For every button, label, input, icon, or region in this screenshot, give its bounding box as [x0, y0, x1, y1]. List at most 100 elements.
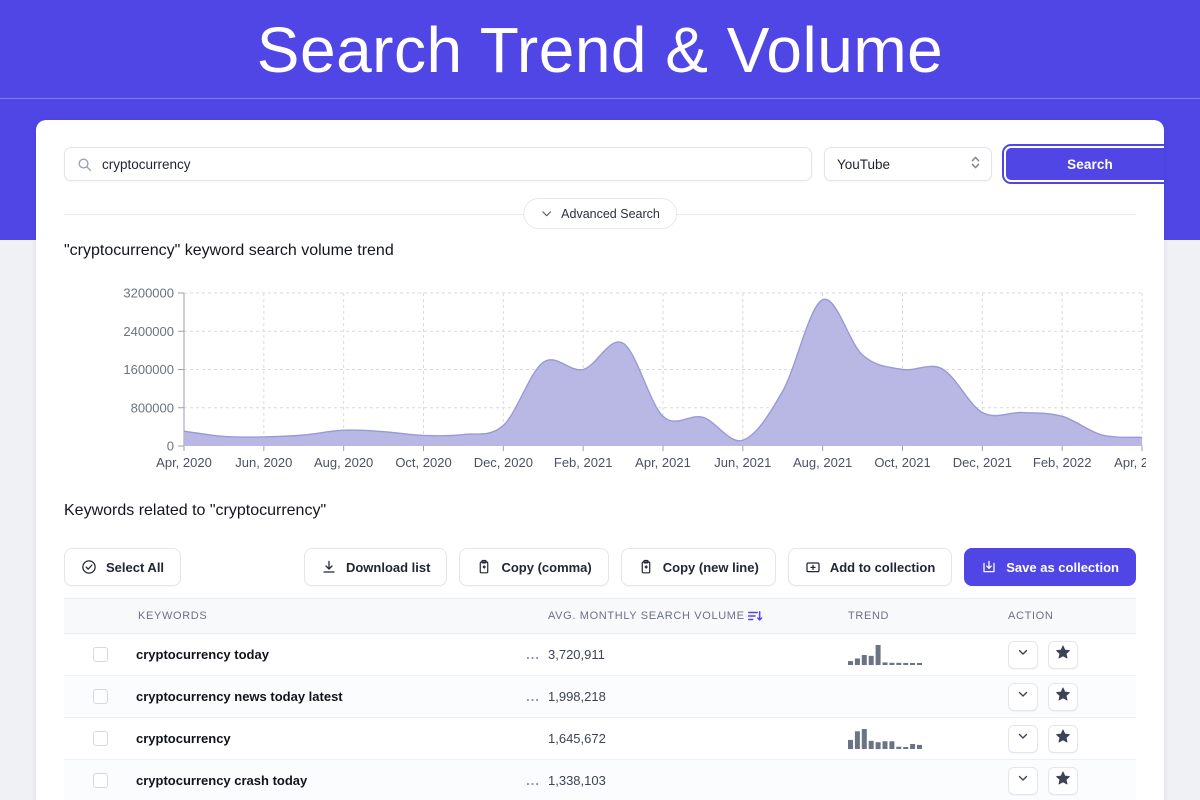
select-all-button[interactable]: Select All [64, 548, 182, 586]
related-keywords-title: Keywords related to "cryptocurrency" [64, 502, 327, 519]
download-icon [321, 559, 337, 575]
keyword-text: cryptocurrency crash today [136, 773, 308, 788]
keyword-cell[interactable]: cryptocurrency crash today... [136, 773, 548, 788]
trend-column-header: TREND [848, 610, 890, 622]
svg-text:Apr, 2022: Apr, 2022 [1114, 455, 1146, 470]
copy-comma-button[interactable]: Copy (comma) [459, 548, 609, 586]
keyword-text: cryptocurrency [136, 731, 231, 746]
svg-text:Apr, 2021: Apr, 2021 [635, 455, 691, 470]
save-as-collection-button[interactable]: Save as collection [964, 548, 1136, 586]
keyword-ellipsis: ... [526, 647, 540, 662]
expand-row-button[interactable] [1008, 640, 1038, 669]
svg-text:Jun, 2021: Jun, 2021 [714, 455, 771, 470]
download-list-button[interactable]: Download list [303, 548, 448, 586]
add-to-collection-button[interactable]: Add to collection [787, 548, 953, 586]
trend-cell [848, 728, 1008, 750]
favorite-button[interactable] [1048, 682, 1078, 711]
svg-text:800000: 800000 [131, 400, 174, 415]
row-checkbox-cell [64, 689, 136, 704]
favorite-button[interactable] [1048, 640, 1078, 669]
star-icon [1055, 728, 1071, 749]
row-checkbox-cell [64, 731, 136, 746]
chevron-down-icon [1016, 729, 1030, 748]
keyword-cell[interactable]: cryptocurrency [136, 731, 548, 746]
table-body: cryptocurrency today... 3,720,911 cryptocu… [64, 634, 1136, 800]
keyword-cell[interactable]: cryptocurrency today... [136, 647, 548, 662]
trend-cell [848, 686, 1008, 708]
chevron-down-icon [540, 207, 553, 220]
svg-text:Oct, 2021: Oct, 2021 [874, 455, 930, 470]
keywords-table: KEYWORDS AVG. MONTHLY SEARCH VOLUME TREN… [64, 598, 1136, 800]
search-bar: cryptocurrency YouTube Search [64, 144, 1164, 184]
svg-text:Aug, 2020: Aug, 2020 [314, 455, 373, 470]
volume-cell: 3,720,911 [548, 647, 605, 662]
svg-text:Oct, 2020: Oct, 2020 [395, 455, 451, 470]
row-checkbox[interactable] [92, 689, 108, 704]
search-volume-area-chart: 0 800000 1600000 2400000 3200000 Apr, 2020 Jun… [56, 285, 1146, 475]
keyword-text: cryptocurrency news today latest [136, 689, 343, 704]
keywords-column-header: KEYWORDS [138, 610, 208, 622]
volume-cell: 1,645,672 [548, 731, 606, 746]
svg-text:1600000: 1600000 [123, 362, 174, 377]
table-row[interactable]: cryptocurrency news today latest... 1,998… [64, 676, 1136, 718]
trend-cell [848, 644, 1008, 666]
download-list-label: Download list [345, 559, 431, 575]
keyword-text: cryptocurrency today [136, 647, 269, 662]
trend-cell [848, 770, 1008, 792]
volume-cell: 1,998,218 [548, 689, 606, 704]
search-button[interactable]: Search [1002, 144, 1164, 184]
svg-text:Jun, 2020: Jun, 2020 [235, 455, 292, 470]
row-checkbox[interactable] [92, 731, 108, 746]
table-row[interactable]: cryptocurrency crash today... 1,338,103 [64, 760, 1136, 800]
save-icon [981, 559, 997, 575]
table-row[interactable]: cryptocurrency 1,645,672 [64, 718, 1136, 760]
favorite-button[interactable] [1048, 766, 1078, 795]
svg-text:3200000: 3200000 [123, 286, 174, 301]
copy-newline-button[interactable]: Copy (new line) [620, 548, 776, 586]
volume-cell: 1,338,103 [548, 773, 606, 788]
clipboard-copy-icon [638, 559, 654, 575]
chart-canvas: 0 800000 1600000 2400000 3200000 Apr, 2020 Jun… [123, 286, 1146, 471]
favorite-button[interactable] [1048, 724, 1078, 753]
chevron-updown-icon [970, 155, 981, 174]
sort-descending-icon[interactable] [747, 609, 763, 623]
advanced-search-toggle[interactable]: Advanced Search [523, 198, 677, 229]
banner-divider [0, 98, 1200, 99]
keywords-toolbar: Select All Download list Copy (comma) Co… [64, 548, 1136, 586]
clipboard-copy-icon [476, 559, 492, 575]
star-icon [1055, 686, 1071, 707]
trend-sparkline [848, 644, 922, 665]
table-row[interactable]: cryptocurrency today... 3,720,911 [64, 634, 1136, 676]
action-cell [1008, 682, 1136, 711]
chevron-down-icon [1016, 771, 1030, 790]
svg-text:Feb, 2022: Feb, 2022 [1033, 455, 1092, 470]
page-title: Search Trend & Volume [256, 14, 944, 86]
copy-newline-label: Copy (new line) [662, 559, 759, 575]
search-icon [77, 157, 92, 172]
advanced-search-divider: Advanced Search [64, 198, 1136, 230]
action-cell [1008, 640, 1136, 669]
advanced-search-label: Advanced Search [561, 206, 660, 221]
expand-row-button[interactable] [1008, 724, 1038, 753]
row-checkbox[interactable] [92, 773, 108, 788]
chart-title: "cryptocurrency" keyword search volume t… [64, 242, 394, 259]
select-all-label: Select All [106, 559, 165, 575]
keyword-cell[interactable]: cryptocurrency news today latest... [136, 689, 548, 704]
trend-sparkline [848, 728, 922, 749]
folder-plus-icon [805, 559, 821, 575]
volume-column-label: AVG. MONTHLY SEARCH VOLUME [548, 610, 745, 622]
search-engine-select[interactable]: YouTube [824, 147, 992, 181]
expand-row-button[interactable] [1008, 682, 1038, 711]
expand-row-button[interactable] [1008, 766, 1038, 795]
search-input[interactable]: cryptocurrency [64, 147, 812, 181]
action-cell [1008, 724, 1136, 753]
star-icon [1055, 644, 1071, 665]
row-checkbox[interactable] [92, 647, 108, 662]
action-column-header: ACTION [1008, 610, 1054, 622]
volume-column-header[interactable]: AVG. MONTHLY SEARCH VOLUME [548, 609, 848, 623]
keyword-ellipsis: ... [526, 773, 540, 788]
svg-text:Apr, 2020: Apr, 2020 [156, 455, 212, 470]
main-card: cryptocurrency YouTube Search Advanced S… [36, 120, 1164, 800]
check-circle-icon [81, 559, 97, 575]
chevron-down-icon [1016, 645, 1030, 664]
